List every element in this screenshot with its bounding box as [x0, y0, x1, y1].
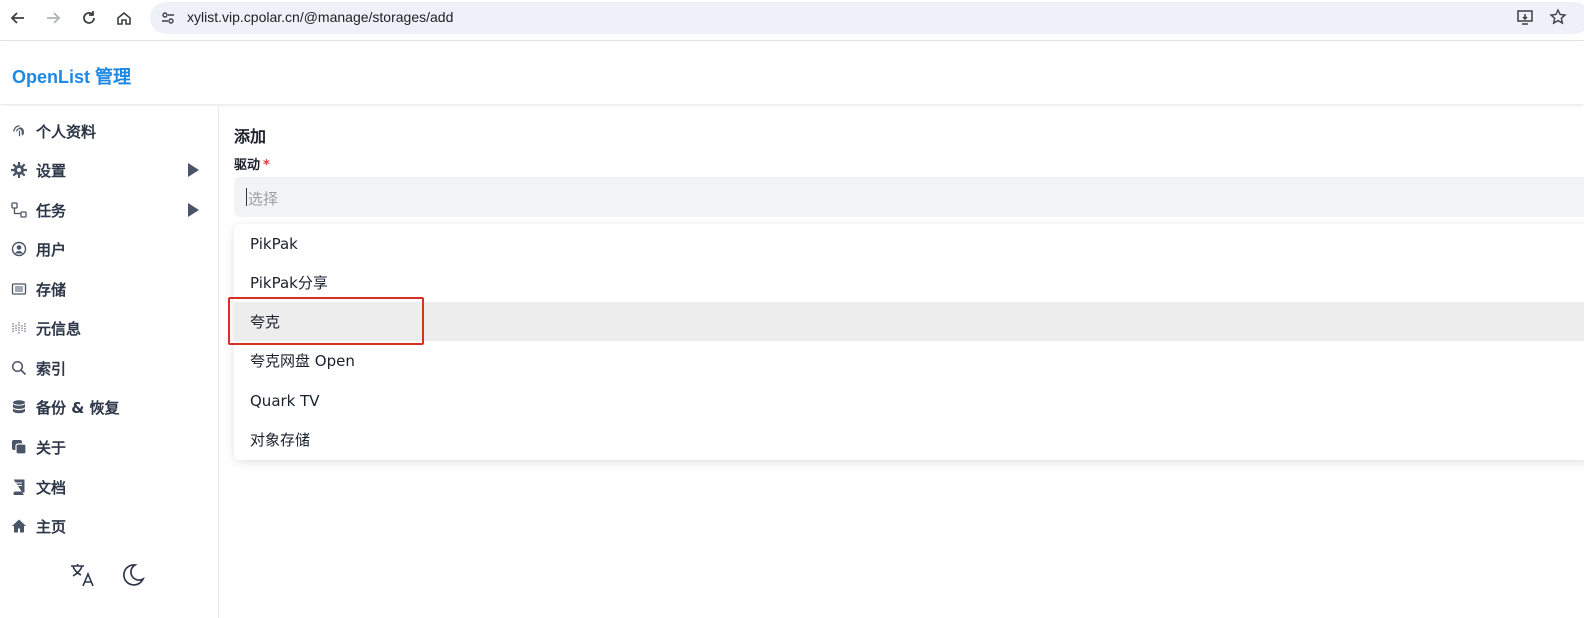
moon-icon[interactable]: [118, 560, 148, 590]
sidebar-item-index[interactable]: 索引: [0, 350, 218, 386]
option-label: 夸克: [250, 313, 281, 331]
search-icon: [11, 360, 27, 376]
sidebar-item-metadata[interactable]: 元信息: [0, 310, 218, 346]
home-icon[interactable]: [113, 7, 135, 29]
option-pikpak[interactable]: PikPak: [234, 224, 1584, 263]
forward-arrow-icon[interactable]: [42, 7, 64, 29]
sidebar-item-label: 索引: [36, 359, 67, 378]
tasks-icon: [11, 202, 27, 218]
option-quark-tv[interactable]: Quark TV: [234, 381, 1584, 420]
storage-icon: [11, 281, 27, 297]
back-arrow-icon[interactable]: [7, 7, 29, 29]
sidebar-item-settings[interactable]: 设置: [0, 152, 218, 188]
option-label: 对象存储: [250, 431, 311, 449]
sidebar-item-tasks[interactable]: 任务: [0, 192, 218, 228]
select-placeholder: 选择: [248, 190, 279, 208]
driver-options-dropdown: PikPak PikPak分享 夸克 夸克网盘 Open Quark TV 对象…: [234, 224, 1584, 460]
copy-icon: [11, 439, 27, 455]
driver-select-input[interactable]: 选择: [234, 177, 1584, 217]
option-quark-open[interactable]: 夸克网盘 Open: [234, 341, 1584, 380]
driver-label-text: 驱动: [234, 158, 261, 173]
sidebar-item-label: 任务: [36, 201, 67, 220]
reload-icon[interactable]: [78, 7, 100, 29]
sidebar-item-profile[interactable]: 个人资料: [0, 113, 218, 149]
sidebar-bottom-actions: [68, 560, 148, 590]
user-circle-icon: [11, 241, 27, 257]
driver-field-label: 驱动 *: [234, 154, 270, 173]
text-caret: [246, 188, 247, 206]
option-pikpak-share[interactable]: PikPak分享: [234, 263, 1584, 302]
sidebar-item-label: 主页: [36, 517, 67, 536]
url-text[interactable]: xylist.vip.cpolar.cn/@manage/storages/ad…: [187, 9, 453, 25]
home-icon: [11, 518, 27, 534]
sidebar-item-users[interactable]: 用户: [0, 231, 218, 267]
option-label: Quark TV: [250, 391, 320, 410]
bookmark-star-icon[interactable]: [1549, 8, 1569, 28]
address-bar[interactable]: xylist.vip.cpolar.cn/@manage/storages/ad…: [150, 2, 1584, 34]
expand-arrow-icon[interactable]: [188, 163, 199, 177]
option-label: PikPak分享: [250, 274, 328, 292]
sidebar-item-storage[interactable]: 存储: [0, 271, 218, 307]
sidebar-item-label: 备份 & 恢复: [36, 398, 120, 417]
page-title: 添加: [234, 127, 267, 146]
database-icon: [11, 399, 27, 415]
gear-icon: [11, 162, 27, 178]
sidebar-item-about[interactable]: 关于: [0, 429, 218, 465]
sidebar-item-label: 文档: [36, 478, 67, 497]
site-settings-icon[interactable]: [160, 10, 176, 26]
sidebar-item-docs[interactable]: 文档: [0, 469, 218, 505]
expand-arrow-icon[interactable]: [188, 203, 199, 217]
option-label: 夸克网盘 Open: [250, 352, 355, 370]
option-quark[interactable]: 夸克: [234, 302, 1584, 341]
sidebar-item-home[interactable]: 主页: [0, 508, 218, 544]
fingerprint-icon: [11, 123, 27, 139]
sidebar-item-label: 元信息: [36, 319, 82, 338]
sidebar-item-label: 存储: [36, 280, 67, 299]
translate-icon[interactable]: [68, 560, 98, 590]
sidebar-item-label: 个人资料: [36, 122, 97, 141]
sidebar-item-label: 设置: [36, 161, 67, 180]
sidebar: 个人资料 设置 任务 用户 存储 元信息 索引 备份 & 恢复 关于 文档 主页: [0, 106, 219, 618]
install-app-icon[interactable]: [1516, 8, 1536, 28]
sidebar-item-label: 关于: [36, 438, 67, 457]
option-object-storage[interactable]: 对象存储: [234, 420, 1584, 459]
browser-toolbar: xylist.vip.cpolar.cn/@manage/storages/ad…: [0, 0, 1584, 36]
app-header: OpenList 管理: [0, 41, 1584, 104]
sidebar-item-label: 用户: [36, 240, 67, 259]
book-icon: [11, 479, 27, 495]
option-label: PikPak: [250, 234, 298, 253]
metadata-icon: [11, 320, 27, 336]
sidebar-item-backup-restore[interactable]: 备份 & 恢复: [0, 389, 218, 425]
required-mark: *: [263, 158, 270, 173]
app-title[interactable]: OpenList 管理: [12, 63, 131, 89]
